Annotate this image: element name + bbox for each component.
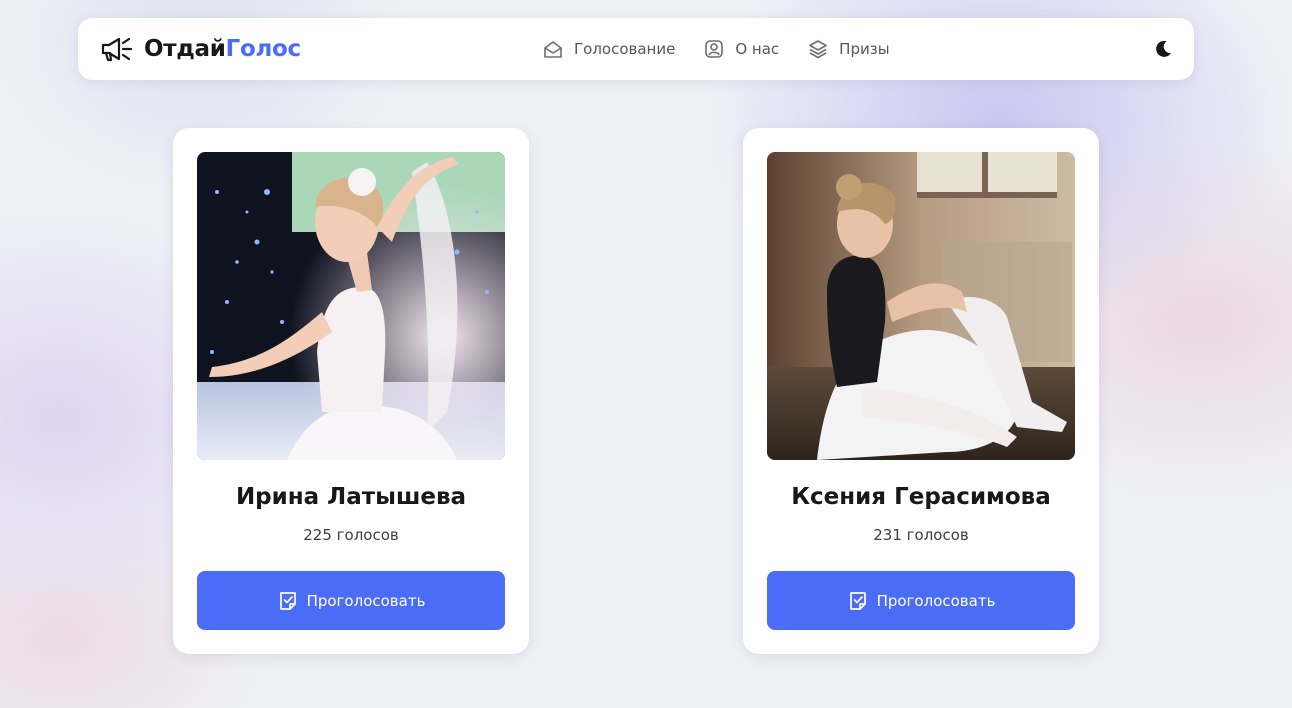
ballot-box-icon: [544, 41, 562, 58]
main-nav: Голосование О нас Призы: [542, 18, 890, 80]
nav-label-voting: Голосование: [574, 40, 676, 58]
vote-check-icon: [849, 591, 866, 610]
brand-name: ОтдайГолос: [144, 36, 301, 62]
participant-photo: [197, 152, 505, 460]
vote-check-icon: [279, 591, 296, 610]
brand-logo[interactable]: ОтдайГолос: [100, 18, 301, 80]
vote-button[interactable]: Проголосовать: [767, 571, 1075, 630]
participant-name: Ирина Латышева: [235, 484, 467, 510]
participant-card: Ирина Латышева 225 голосов Проголосовать: [173, 128, 529, 654]
ballerina-photo: [767, 152, 1075, 460]
vote-button[interactable]: Проголосовать: [197, 571, 505, 630]
nav-label-about: О нас: [735, 40, 780, 58]
megaphone-icon: [101, 37, 133, 62]
ballerina-photo: [197, 152, 505, 460]
moon-icon[interactable]: [1152, 38, 1174, 60]
nav-label-prizes: Призы: [839, 40, 890, 58]
nav-item-voting[interactable]: Голосование: [542, 38, 675, 60]
layers-icon: [809, 40, 827, 59]
vote-count: 231 голосов: [873, 526, 969, 544]
nav-item-prizes[interactable]: Призы: [807, 38, 890, 60]
vote-button-label: Проголосовать: [306, 591, 426, 610]
participant-name: Ксения Герасимова: [791, 484, 1051, 510]
header: ОтдайГолос Голосование О нас Призы: [78, 18, 1194, 80]
user-icon: [705, 40, 724, 58]
participant-photo: [767, 152, 1075, 460]
participant-card: Ксения Герасимова 231 голосов Проголосов…: [743, 128, 1099, 654]
brand-name-part2: Голос: [225, 36, 302, 62]
brand-name-part1: Отдай: [144, 36, 226, 62]
vote-count: 225 голосов: [303, 526, 399, 544]
vote-button-label: Проголосовать: [876, 591, 996, 610]
nav-item-about[interactable]: О нас: [703, 38, 779, 60]
